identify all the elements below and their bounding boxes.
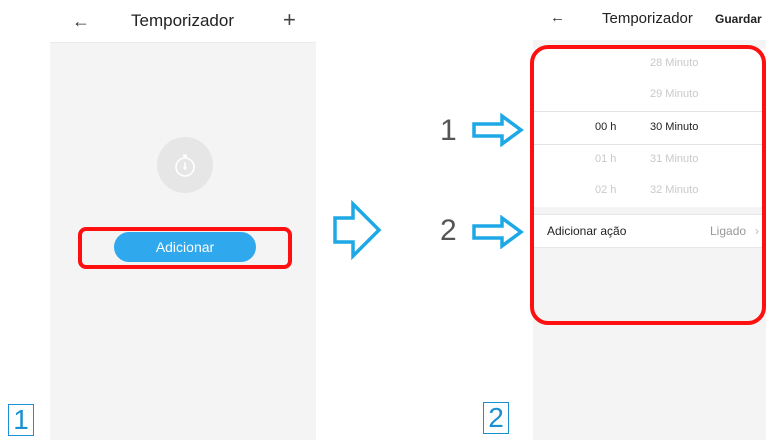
stopwatch-icon	[175, 154, 195, 177]
timer-empty-illustration	[157, 137, 213, 193]
pointer-arrow-icon	[472, 215, 524, 249]
screen-timer-empty: ← Temporizador + Adicionar	[50, 0, 316, 440]
plus-icon[interactable]: +	[283, 9, 296, 31]
step-number-1: 1	[8, 404, 34, 436]
next-step-arrow-icon	[333, 200, 382, 260]
annotation-number-1: 1	[440, 114, 457, 147]
highlight-picker-and-action	[530, 45, 766, 325]
highlight-add-button	[78, 227, 292, 269]
save-button[interactable]: Guardar	[715, 12, 762, 26]
step-number-2: 2	[483, 402, 509, 434]
arrow-left-icon[interactable]: ←	[72, 12, 90, 30]
pointer-arrow-icon	[472, 113, 524, 147]
page-title: Temporizador	[602, 10, 693, 27]
arrow-left-icon[interactable]: ←	[550, 10, 565, 25]
annotation-number-2: 2	[440, 214, 457, 247]
top-bar: ← Temporizador +	[50, 0, 316, 43]
page-title: Temporizador	[131, 11, 234, 30]
top-bar: ← Temporizador Guardar	[533, 0, 766, 40]
